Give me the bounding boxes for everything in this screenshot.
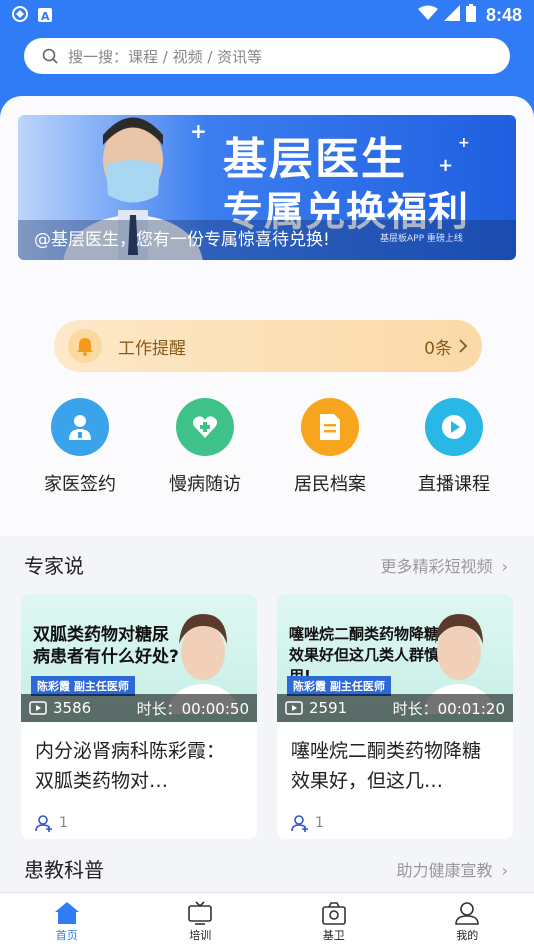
bottom-tab-bar: 首页 培训 基卫 我的 (0, 892, 534, 950)
reminder-label: 工作提醒 (118, 338, 186, 359)
search-placeholder: 搜一搜：课程 / 视频 / 资讯等 (68, 47, 263, 66)
tab-label: 培训 (189, 929, 212, 942)
work-reminder[interactable]: 工作提醒 0条 (54, 320, 482, 372)
user-add-icon (35, 815, 52, 832)
status-time: 8:48 (485, 5, 522, 25)
expert-section-title: 专家说 (24, 554, 84, 578)
thumbnail-name-tag: 陈彩霞 副主任医师 (31, 676, 135, 696)
quick-action-resident-records[interactable]: 居民档案 (270, 398, 390, 496)
video-duration: 时长：00:00:50 (136, 699, 249, 718)
video-duration: 时长：00:01:20 (392, 699, 505, 718)
banner-small-text: 基层板APP 重磅上线 (380, 234, 463, 244)
signal-icon (443, 5, 460, 26)
view-count: 2591 (309, 699, 348, 717)
education-more-link[interactable]: 助力健康宣教 › (396, 857, 508, 881)
sparkle-icon: + (190, 119, 207, 143)
video-title: 噻唑烷二酮类药物降糖效果好，但这几… (291, 740, 482, 792)
video-stats-bar: 2591 时长：00:01:20 (277, 694, 513, 722)
more-videos-label: 更多精彩短视频 (380, 557, 493, 576)
thumbnail-name-tag: 陈彩霞 副主任医师 (287, 676, 391, 696)
video-thumbnail: 双胍类药物对糖尿病患者有什么好处? 陈彩霞 副主任医师 3586 时长：00:0… (21, 594, 257, 722)
video-stats-bar: 3586 时长：00:00:50 (21, 694, 257, 722)
video-card[interactable]: 噻唑烷二酮类药物降糖效果好但这几类人群慎用! 陈彩霞 副主任医师 2591 时长… (277, 594, 513, 839)
tab-clinic[interactable]: 基卫 (267, 893, 401, 950)
app-notification-icon (12, 6, 28, 27)
tab-profile[interactable]: 我的 (401, 893, 534, 950)
user-add-icon (291, 815, 308, 832)
reminder-count: 0条 (424, 338, 452, 359)
thumbnail-headline: 双胍类药物对糖尿病患者有什么好处? (33, 625, 179, 667)
quick-action-live-courses[interactable]: 直播课程 (394, 398, 514, 496)
a-notification-icon: A (38, 7, 52, 27)
sparkle-icon: + (458, 135, 470, 151)
bell-icon (68, 329, 102, 363)
wifi-icon (417, 5, 438, 26)
education-section-title: 患教科普 (24, 858, 104, 882)
battery-icon (465, 4, 476, 27)
promo-banner[interactable]: + + + 基层医生 专属兑换福利 @基层医生，您有一份专属惊喜待兑换! 基层板… (18, 115, 516, 260)
tab-label: 首页 (55, 929, 78, 942)
tab-label: 基卫 (322, 929, 345, 942)
like-count: 1 (315, 815, 324, 831)
video-footer: 1 (277, 806, 513, 839)
more-videos-link[interactable]: 更多精彩短视频 › (380, 553, 508, 577)
user-icon (455, 902, 480, 925)
quick-action-family-doctor[interactable]: 家医签约 (20, 398, 140, 496)
tab-training[interactable]: 培训 (134, 893, 268, 950)
tv-icon (188, 901, 213, 925)
home-icon (54, 902, 79, 924)
video-title: 内分泌肾病科陈彩霞：双胍类药物对… (35, 740, 226, 792)
banner-caption: @基层医生，您有一份专属惊喜待兑换! (34, 230, 330, 250)
education-more-label: 助力健康宣教 (396, 861, 493, 880)
quick-action-label: 直播课程 (418, 474, 490, 495)
video-thumbnail: 噻唑烷二酮类药物降糖效果好但这几类人群慎用! 陈彩霞 副主任医师 2591 时长… (277, 594, 513, 722)
banner-title: 基层医生 (223, 134, 407, 185)
search-input[interactable]: 搜一搜：课程 / 视频 / 资讯等 (24, 38, 510, 74)
svg-text:A: A (41, 10, 50, 22)
play-icon (425, 398, 483, 456)
clinic-icon (321, 902, 346, 925)
video-footer: 1 (21, 806, 257, 839)
like-count: 1 (59, 815, 68, 831)
status-bar: A 8:48 (0, 0, 534, 30)
tab-label: 我的 (456, 929, 479, 942)
quick-action-label: 居民档案 (294, 474, 366, 495)
view-count: 3586 (53, 699, 92, 717)
document-icon (301, 398, 359, 456)
chevron-right-icon: › (501, 557, 508, 576)
video-play-icon (29, 701, 47, 715)
video-card[interactable]: 双胍类药物对糖尿病患者有什么好处? 陈彩霞 副主任医师 3586 时长：00:0… (21, 594, 257, 839)
search-icon (42, 48, 58, 64)
chevron-right-icon (459, 339, 468, 353)
doctor-icon (51, 398, 109, 456)
quick-action-label: 慢病随访 (169, 474, 241, 495)
video-play-icon (285, 701, 303, 715)
heart-care-icon (176, 398, 234, 456)
chevron-right-icon: › (501, 861, 508, 880)
sparkle-icon: + (438, 155, 454, 176)
quick-action-label: 家医签约 (44, 474, 116, 495)
quick-action-chronic-followup[interactable]: 慢病随访 (145, 398, 265, 496)
tab-home[interactable]: 首页 (0, 893, 134, 950)
